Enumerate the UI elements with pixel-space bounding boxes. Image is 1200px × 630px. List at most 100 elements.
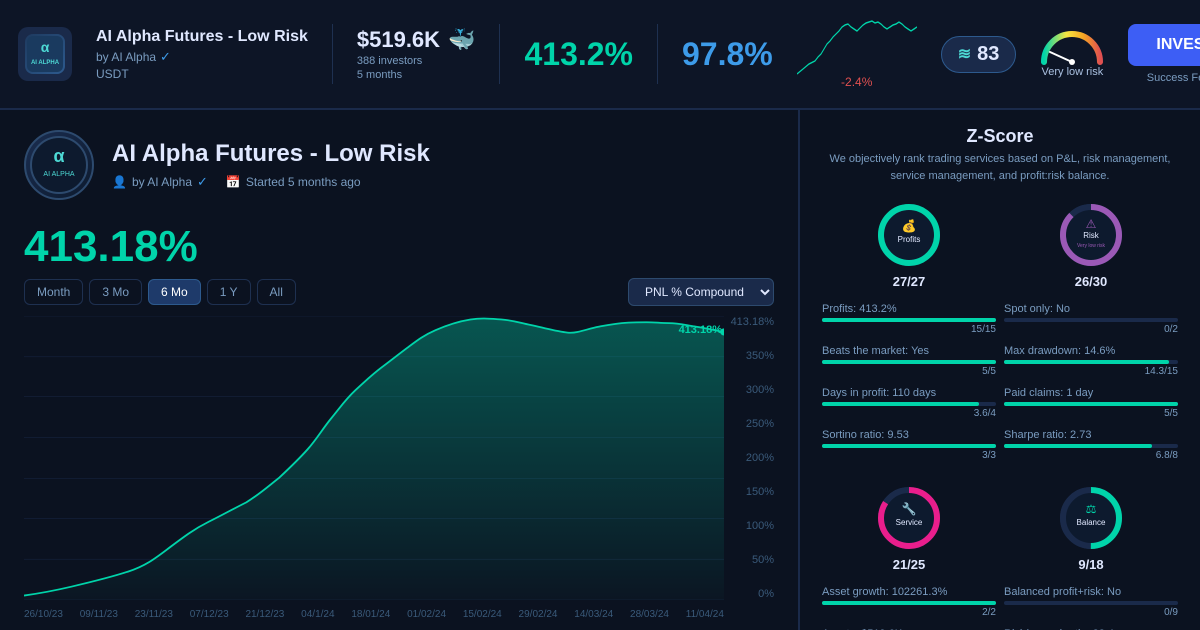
rp-subtitle: We objectively rank trading services bas… [818, 151, 1182, 184]
header-title: AI Alpha Futures - Low Risk [96, 28, 308, 46]
chart-pct-label: 413.18% [679, 324, 722, 336]
risk-gauge [1040, 30, 1104, 62]
user-icon: 👤 [112, 175, 127, 189]
x-label-10: 29/02/24 [519, 609, 558, 620]
svg-text:AI ALPHA: AI ALPHA [31, 60, 60, 66]
x-label-3: 23/11/23 [135, 609, 173, 620]
lp-header: α AI ALPHA AI Alpha Futures - Low Risk 👤… [24, 130, 774, 200]
profits-circle-block: 💰 Profits 27/27 [869, 198, 949, 289]
y-label-100: 100% [746, 520, 774, 532]
x-label-4: 07/12/23 [190, 609, 229, 620]
profits-score: 27/27 [869, 274, 949, 289]
x-label-8: 01/02/24 [407, 609, 446, 620]
stat-col-right-1: Spot only: No 0/2 Max drawdown: 14.6% 14… [1000, 303, 1182, 471]
header-sub: by AI Alpha ✓ [96, 49, 308, 65]
divider-2 [499, 24, 500, 84]
header-assets-main: $519.6K 🐳 [357, 27, 476, 53]
x-label-6: 04/1/24 [301, 609, 334, 620]
chart-controls: Month 3 Mo 6 Mo 1 Y All PNL % Compound [24, 278, 774, 306]
header: α AI ALPHA AI Alpha Futures - Low Risk b… [0, 0, 1200, 110]
time-btn-month[interactable]: Month [24, 279, 83, 305]
left-panel: α AI ALPHA AI Alpha Futures - Low Risk 👤… [0, 110, 800, 630]
x-label-12: 28/03/24 [630, 609, 669, 620]
balance-score: 9/18 [1051, 557, 1131, 572]
stat-col-left-2: Asset growth: 102261.3% 2/2 Assets: $519… [818, 586, 1000, 630]
time-btn-1y[interactable]: 1 Y [207, 279, 251, 305]
zscore-z-icon: ≋ [958, 44, 971, 64]
stat-col-left-1: Profits: 413.2% 15/15 Beats the market: … [818, 303, 1000, 471]
stat-sortino: Sortino ratio: 9.53 3/3 [822, 429, 996, 461]
lp-big-pct: 413.18% [24, 222, 774, 272]
risk-score: 26/30 [1051, 274, 1131, 289]
svg-text:Risk: Risk [1083, 231, 1100, 240]
lp-logo: α AI ALPHA [24, 130, 94, 200]
y-label-300: 300% [746, 384, 774, 396]
lp-meta: 👤 by AI Alpha ✓ 📅 Started 5 months ago [112, 174, 430, 190]
zscore-num: 83 [977, 43, 999, 66]
svg-text:Service: Service [896, 518, 923, 527]
svg-text:Balance: Balance [1077, 518, 1106, 527]
stat-spot-only: Spot only: No 0/2 [1004, 303, 1178, 335]
x-label-7: 18/01/24 [351, 609, 390, 620]
stat-days-profit: Days in profit: 110 days 3.6/4 [822, 387, 996, 419]
x-label-2: 09/11/23 [80, 609, 118, 620]
service-circle-block: 🔧 Service 21/25 [869, 481, 949, 572]
risk-block: Very low risk [1040, 30, 1104, 78]
invest-button[interactable]: INVEST [1128, 24, 1200, 66]
stat-col-right-2: Balanced profit+risk: No 0/9 Risk/reward… [1000, 586, 1182, 630]
header-winrate: 97.8% [682, 36, 773, 73]
header-assets-value: $519.6K [357, 27, 440, 53]
header-delta: -2.4% [841, 75, 872, 89]
svg-text:⚠: ⚠ [1086, 217, 1097, 231]
header-by-label: by AI Alpha [96, 50, 156, 64]
stats-grid-1: Profits: 413.2% 15/15 Beats the market: … [818, 303, 1182, 471]
stat-asset-growth: Asset growth: 102261.3% 2/2 [822, 586, 996, 618]
invest-block: INVEST › Success Fee: 25% [1128, 24, 1200, 84]
header-currency: USDT [96, 67, 308, 81]
risk-ring: ⚠ Risk Very low risk [1054, 198, 1128, 272]
whale-icon: 🐳 [448, 27, 475, 53]
service-ring: 🔧 Service [872, 481, 946, 555]
verified-icon: ✓ [160, 49, 171, 65]
balance-circle-block: ⚖ Balance 9/18 [1051, 481, 1131, 572]
stat-profits: Profits: 413.2% 15/15 [822, 303, 996, 335]
header-duration: 5 months [357, 69, 476, 81]
time-btn-all[interactable]: All [257, 279, 296, 305]
lp-by-label: 👤 by AI Alpha ✓ [112, 174, 208, 190]
main-body: α AI ALPHA AI Alpha Futures - Low Risk 👤… [0, 110, 1200, 630]
y-label-150: 150% [746, 486, 774, 498]
header-logo: α AI ALPHA [18, 27, 72, 81]
header-title-block: AI Alpha Futures - Low Risk by AI Alpha … [96, 28, 308, 81]
chart-y-labels: 413.18% 350% 300% 250% 200% 150% 100% 50… [724, 316, 774, 600]
y-label-200: 200% [746, 452, 774, 464]
logo-inner: α AI ALPHA [25, 34, 65, 74]
risk-label: Very low risk [1040, 66, 1104, 78]
time-btn-6mo[interactable]: 6 Mo [148, 279, 201, 305]
divider-3 [657, 24, 658, 84]
x-label-5: 21/12/23 [245, 609, 284, 620]
rp-title: Z-Score [818, 126, 1182, 147]
time-btn-3mo[interactable]: 3 Mo [89, 279, 142, 305]
x-label-9: 15/02/24 [463, 609, 502, 620]
svg-text:α: α [41, 39, 50, 55]
score-circles-bottom: 🔧 Service 21/25 ⚖ Balance [818, 481, 1182, 572]
lp-title: AI Alpha Futures - Low Risk [112, 140, 430, 168]
x-label-11: 14/03/24 [574, 609, 613, 620]
svg-text:Profits: Profits [898, 235, 921, 244]
y-label-top: 413.18% [731, 316, 774, 328]
pnl-select[interactable]: PNL % Compound [628, 278, 774, 306]
svg-text:🔧: 🔧 [902, 501, 917, 516]
x-label-1: 26/10/23 [24, 609, 63, 620]
svg-text:Very low risk: Very low risk [1077, 243, 1106, 249]
balance-ring: ⚖ Balance [1054, 481, 1128, 555]
profits-ring: 💰 Profits [872, 198, 946, 272]
right-panel: Z-Score We objectively rank trading serv… [800, 110, 1200, 630]
calendar-icon: 📅 [226, 175, 241, 189]
lp-verified-icon: ✓ [197, 174, 208, 190]
y-label-350: 350% [746, 350, 774, 362]
stats-grid-2: Asset growth: 102261.3% 2/2 Assets: $519… [818, 586, 1182, 630]
stat-beats-market: Beats the market: Yes 5/5 [822, 345, 996, 377]
stat-paid-claims: Paid claims: 1 day 5/5 [1004, 387, 1178, 419]
header-pct-compound: 413.2% [524, 36, 633, 73]
svg-text:AI ALPHA: AI ALPHA [43, 171, 74, 178]
